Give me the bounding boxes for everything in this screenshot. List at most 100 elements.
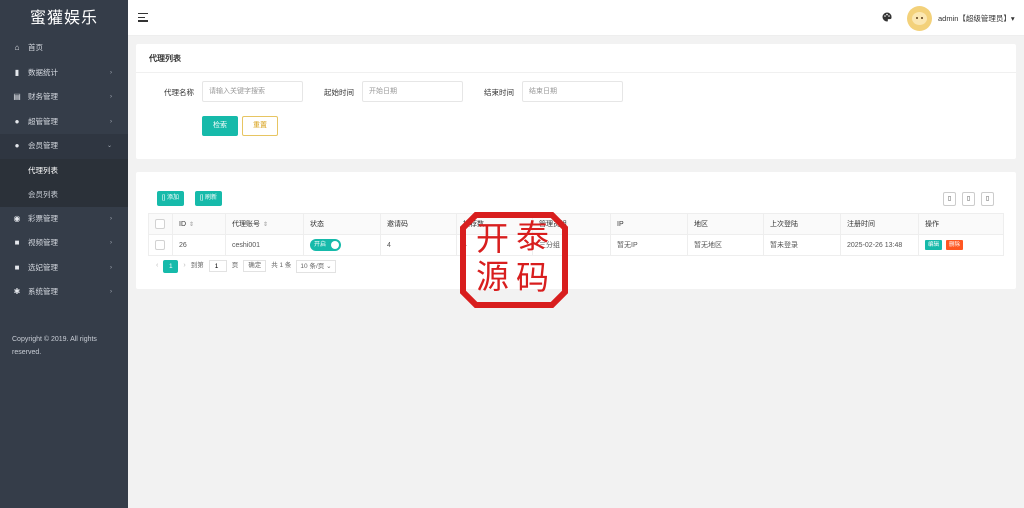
table-header-row: ID ⇕ 代理账号 ⇕ 状态 邀请码 推荐数 管理员组 IP 地区 上次登陆 注册时… <box>148 213 1004 235</box>
avatar[interactable] <box>907 6 932 31</box>
refresh-button[interactable]: [] 刷新 <box>195 191 223 206</box>
sidebar-item-finance[interactable]: ▤ 财务管理 › <box>0 85 128 110</box>
sort-icon[interactable]: ⇕ <box>263 222 268 228</box>
col-header-invite: 邀请码 <box>380 213 457 235</box>
sort-icon[interactable]: ⇕ <box>189 222 194 228</box>
sidebar-item-label: 彩票管理 <box>28 213 58 223</box>
gamepad-icon: ◉ <box>13 213 21 223</box>
sidebar-item-members[interactable]: ● 会员管理 ⌄ <box>0 134 128 159</box>
chevron-right-icon: › <box>110 240 112 246</box>
sidebar-item-home[interactable]: ⌂ 首页 <box>0 36 128 61</box>
search-panel: 代理列表 代理名称 起始时间 结束时间 检索 重置 <box>136 44 1016 159</box>
agent-table: ID ⇕ 代理账号 ⇕ 状态 邀请码 推荐数 管理员组 IP 地区 上次登陆 注册时… <box>148 213 1004 256</box>
page-unit-label: 页 <box>231 262 239 269</box>
sidebar-subitem-agent-list[interactable]: 代理列表 <box>0 159 128 183</box>
start-date-input[interactable] <box>362 81 463 102</box>
cell-recommend: 4 <box>456 234 533 256</box>
user-menu[interactable]: admin【超级管理员】▾ <box>938 13 1015 24</box>
chevron-right-icon: › <box>110 69 112 76</box>
bar-chart-icon: ▮ <box>14 67 20 77</box>
agent-name-label: 代理名称 <box>164 88 194 97</box>
prev-page-icon[interactable]: ‹ <box>156 259 158 273</box>
chevron-right-icon: › <box>110 264 112 271</box>
delete-button[interactable]: 删除 <box>946 240 964 250</box>
members-submenu: 代理列表 会员列表 <box>0 158 128 207</box>
next-page-icon[interactable]: › <box>183 259 185 273</box>
chevron-right-icon: › <box>110 94 112 100</box>
total-count: 共 1 条 <box>271 262 292 269</box>
columns-filter-icon[interactable]: ▯ <box>943 192 956 206</box>
col-header-account[interactable]: 代理账号 ⇕ <box>225 213 304 235</box>
sidebar-item-admins[interactable]: ● 超管管理 › <box>0 110 128 135</box>
col-header-last-login: 上次登陆 <box>763 213 841 235</box>
sidebar-item-label: 超管管理 <box>28 116 58 126</box>
end-time-label: 结束时间 <box>484 88 514 97</box>
start-time-label: 起始时间 <box>324 88 354 97</box>
top-header: admin【超级管理员】▾ <box>128 0 1024 36</box>
col-header-ip: IP <box>610 213 688 235</box>
sidebar-item-system[interactable]: ✱ 系统管理 › <box>0 280 128 305</box>
table-panel: [] 添加 [] 刷新 ▯ ▯ ▯ ID ⇕ 代理账号 ⇕ 状态 邀请码 推荐数 管… <box>136 172 1016 289</box>
print-icon[interactable]: ▯ <box>981 192 994 206</box>
page-size-select[interactable]: 10 条/页 ⌄ <box>296 259 336 273</box>
edit-button[interactable]: 编辑 <box>925 240 943 250</box>
search-button[interactable]: 检索 <box>202 116 238 136</box>
col-header-reg-time: 注册时间 <box>840 213 919 235</box>
chevron-down-icon: ⌄ <box>106 143 112 149</box>
user-icon: ● <box>14 116 20 126</box>
page-title: 代理列表 <box>136 44 1016 73</box>
col-header-recommend: 推荐数 <box>456 213 533 235</box>
cell-group: 三分组 <box>532 234 611 256</box>
cell-id: 26 <box>172 234 226 256</box>
add-button[interactable]: [] 添加 <box>157 191 185 206</box>
goto-confirm-button[interactable]: 确定 <box>243 260 267 272</box>
select-all-checkbox[interactable] <box>148 213 173 235</box>
sidebar-item-label: 视频管理 <box>28 238 58 247</box>
sidebar-item-label: 会员管理 <box>28 141 58 150</box>
end-date-input[interactable] <box>522 81 623 102</box>
col-header-id[interactable]: ID ⇕ <box>172 213 226 235</box>
users-icon: ● <box>14 141 20 150</box>
video-icon: ■ <box>14 238 20 247</box>
sidebar-item-video[interactable]: ■ 视频管理 › <box>0 231 128 256</box>
row-checkbox[interactable] <box>148 234 173 256</box>
page-number-current[interactable]: 1 <box>163 259 179 273</box>
cell-status: 开启 <box>303 234 381 256</box>
cell-ip: 暂无IP <box>610 234 688 256</box>
sidebar-item-lottery[interactable]: ◉ 彩票管理 › <box>0 207 128 232</box>
cell-invite: 4 <box>380 234 457 256</box>
sidebar-item-selection[interactable]: ■ 选妃管理 › <box>0 256 128 281</box>
sidebar-item-stats[interactable]: ▮ 数据统计 › <box>0 61 128 86</box>
brand-title: 蜜獾娱乐 <box>29 8 98 27</box>
agent-name-input[interactable] <box>202 81 303 102</box>
chevron-right-icon: › <box>110 289 112 295</box>
table-row: 26 ceshi001 开启 4 4 三分组 暂无IP 暂无地区 暂未登录 20… <box>148 234 1004 256</box>
goto-label: 到第 <box>190 262 204 269</box>
col-header-region: 地区 <box>687 213 764 235</box>
reset-button[interactable]: 重置 <box>242 116 278 136</box>
status-toggle[interactable]: 开启 <box>310 239 341 251</box>
col-header-status: 状态 <box>303 213 381 235</box>
copyright-text: Copyright © 2019. All rights reserved. <box>12 336 97 356</box>
export-icon[interactable]: ▯ <box>962 192 975 206</box>
sidebar-item-label: 首页 <box>28 43 43 52</box>
home-icon: ⌂ <box>14 43 20 52</box>
col-header-actions: 操作 <box>918 213 1004 235</box>
menu-toggle-icon[interactable] <box>138 13 148 24</box>
bank-icon: ▤ <box>13 92 21 101</box>
cell-region: 暂无地区 <box>687 234 764 256</box>
pagination: ‹ 1 › 到第 页 确定 共 1 条 10 条/页 ⌄ <box>156 259 341 273</box>
chevron-right-icon: › <box>110 215 112 222</box>
sidebar-subitem-member-list[interactable]: 会员列表 <box>0 183 128 207</box>
cell-reg-time: 2025-02-26 13:48 <box>840 234 919 256</box>
palette-icon[interactable] <box>882 12 892 25</box>
card-icon: ■ <box>14 262 20 272</box>
sidebar-item-label: 系统管理 <box>28 287 58 296</box>
col-header-group: 管理员组 <box>532 213 611 235</box>
chevron-right-icon: › <box>110 118 112 125</box>
sidebar-menu: ⌂ 首页 ▮ 数据统计 › ▤ 财务管理 › ● 超管管理 › ● 会员管理 ⌄ 代理列表 会员列… <box>0 36 128 305</box>
sidebar: 蜜獾娱乐 ⌂ 首页 ▮ 数据统计 › ▤ 财务管理 › ● 超管管理 › ● 会员管理 ⌄ 代理列… <box>0 0 128 508</box>
sidebar-item-label: 财务管理 <box>28 92 58 101</box>
cell-actions: 编辑 删除 <box>918 234 1004 256</box>
goto-page-input[interactable] <box>208 260 227 272</box>
